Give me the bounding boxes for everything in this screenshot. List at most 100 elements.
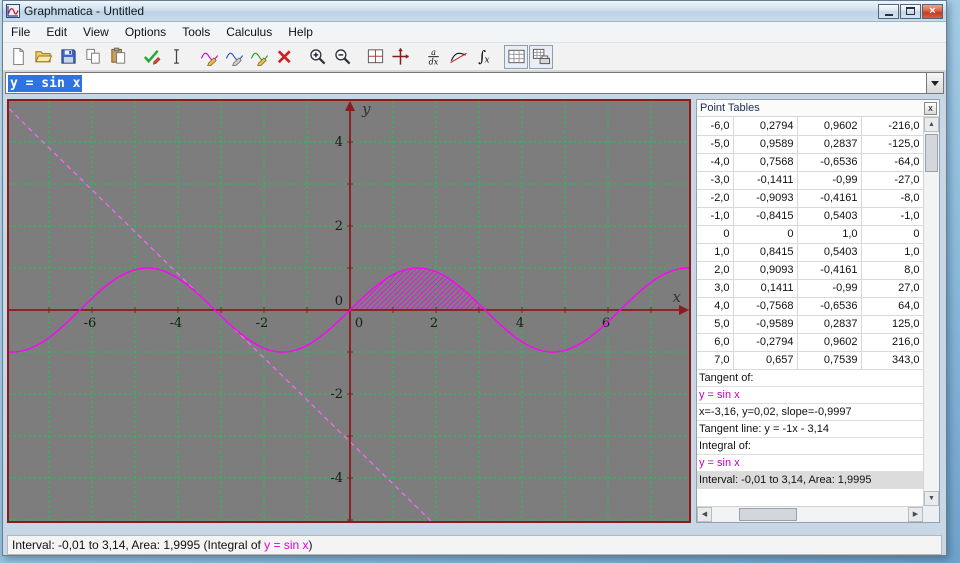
table-cell: -2,0 bbox=[697, 189, 734, 208]
scroll-up-icon[interactable]: ▲ bbox=[924, 117, 939, 132]
table-cell: 0,2837 bbox=[797, 135, 862, 154]
table-cell: -216,0 bbox=[861, 117, 924, 136]
table-row: 0 0 1,0 0 bbox=[697, 225, 924, 244]
menu-bar: File Edit View Options Tools Calculus Help bbox=[3, 22, 946, 43]
menu-item-help[interactable]: Help bbox=[280, 23, 321, 41]
table-cell: 2,0 bbox=[697, 261, 734, 280]
table-cell: -6,0 bbox=[697, 117, 734, 136]
x-tick-label: 2 bbox=[430, 316, 438, 331]
tangent-icon[interactable] bbox=[446, 45, 470, 69]
table-cell: -8,0 bbox=[861, 189, 924, 208]
graph-svg[interactable]: -6 -4 -2 0 2 4 6420-2-4yx bbox=[9, 101, 689, 521]
app-window: Graphmatica - Untitled × File Edit View Opt… bbox=[2, 0, 947, 556]
scroll-down-icon[interactable]: ▼ bbox=[924, 491, 939, 506]
vertical-scroll-thumb[interactable] bbox=[925, 134, 938, 172]
table-cell: -0,6536 bbox=[797, 297, 862, 316]
redraw-icon[interactable] bbox=[222, 45, 246, 69]
zoom-in-icon[interactable] bbox=[305, 45, 329, 69]
app-icon bbox=[6, 4, 20, 18]
table-row: 6,0 -0,2794 0,9602 216,0 bbox=[697, 333, 924, 352]
menu-item-calculus[interactable]: Calculus bbox=[218, 23, 280, 41]
table-cell: -0,4161 bbox=[797, 189, 862, 208]
close-button[interactable]: × bbox=[922, 3, 943, 19]
save-icon[interactable] bbox=[56, 45, 80, 69]
menu-item-view[interactable]: View bbox=[75, 23, 117, 41]
copy-icon[interactable] bbox=[81, 45, 105, 69]
horizontal-scrollbar[interactable]: ◀ ▶ bbox=[697, 506, 923, 522]
vertical-scrollbar[interactable]: ▲ ▼ bbox=[923, 117, 939, 506]
table-cell: -1,0 bbox=[861, 207, 924, 226]
x-tick-label: 0 bbox=[355, 316, 363, 331]
toolbar-separator bbox=[496, 43, 504, 70]
open-icon[interactable] bbox=[31, 45, 55, 69]
annotate-icon[interactable] bbox=[139, 45, 163, 69]
svg-text:a: a bbox=[431, 48, 436, 57]
y-tick-label: 4 bbox=[335, 135, 343, 150]
panel-title: Point Tables bbox=[700, 102, 760, 114]
new-icon[interactable] bbox=[6, 45, 30, 69]
scroll-right-icon[interactable]: ▶ bbox=[908, 507, 923, 522]
delete-graph-icon[interactable] bbox=[272, 45, 296, 69]
derivative-icon[interactable]: a dx bbox=[421, 45, 445, 69]
table-row: 1,0 0,8415 0,5403 1,0 bbox=[697, 243, 924, 262]
cursor-icon[interactable] bbox=[164, 45, 188, 69]
status-text: Interval: -0,01 to 3,14, Area: 1,9995 (I… bbox=[12, 538, 265, 552]
point-table-grid: -6,0 0,2794 0,9602 -216,0 -5,0 0,9589 0,2837 -1… bbox=[697, 117, 924, 370]
paste-icon[interactable] bbox=[106, 45, 130, 69]
table-cell: -1,0 bbox=[697, 207, 734, 226]
equation-dropdown-button[interactable] bbox=[926, 72, 944, 94]
horizontal-scroll-thumb[interactable] bbox=[739, 508, 797, 521]
table-cell: -5,0 bbox=[697, 135, 734, 154]
title-bar[interactable]: Graphmatica - Untitled × bbox=[3, 1, 946, 22]
step-icon[interactable] bbox=[247, 45, 271, 69]
menu-item-options[interactable]: Options bbox=[117, 23, 174, 41]
maximize-button[interactable] bbox=[900, 3, 921, 19]
close-icon: × bbox=[929, 4, 936, 17]
scroll-left-icon[interactable]: ◀ bbox=[697, 507, 712, 522]
equation-input[interactable]: y = sin x bbox=[5, 72, 926, 94]
point-tables-icon[interactable] bbox=[504, 44, 528, 69]
table-cell: -125,0 bbox=[861, 135, 924, 154]
table-cell: -0,1411 bbox=[733, 171, 798, 190]
table-cell: 0,7539 bbox=[797, 351, 862, 370]
menu-item-tools[interactable]: Tools bbox=[174, 23, 218, 41]
table-cell: -0,6536 bbox=[797, 153, 862, 172]
menu-item-file[interactable]: File bbox=[3, 23, 38, 41]
table-cell: 0,9602 bbox=[797, 117, 862, 136]
scrollbar-corner bbox=[923, 506, 939, 522]
table-cell: -0,7568 bbox=[733, 297, 798, 316]
table-cell: 7,0 bbox=[697, 351, 734, 370]
menu-item-edit[interactable]: Edit bbox=[38, 23, 75, 41]
grid-range-icon[interactable] bbox=[363, 45, 387, 69]
point-table-body: -6,0 0,2794 0,9602 -216,0 -5,0 0,9589 0,2837 -1… bbox=[697, 117, 924, 370]
panel-close-button[interactable]: x bbox=[924, 101, 937, 115]
table-cell: -64,0 bbox=[861, 153, 924, 172]
x-tick-label: 4 bbox=[516, 316, 524, 331]
y-axis-label: y bbox=[361, 101, 371, 118]
calculus-notes: Tangent of: y = sin x x=-3,16, y=0,02, slo… bbox=[697, 370, 923, 489]
table-cell: 0,9602 bbox=[797, 333, 862, 352]
print-tables-icon[interactable] bbox=[529, 44, 553, 69]
minimize-button[interactable] bbox=[878, 3, 899, 19]
integral-icon[interactable]: ∫ x bbox=[471, 45, 495, 69]
panel-header: Point Tables x bbox=[697, 100, 939, 117]
graph-area[interactable]: -6 -4 -2 0 2 4 6 4 2 0 -2 -4 y x bbox=[7, 99, 691, 523]
table-cell: -0,2794 bbox=[733, 333, 798, 352]
table-cell: 0,1411 bbox=[733, 279, 798, 298]
default-grid-icon[interactable] bbox=[388, 45, 412, 69]
table-cell: 343,0 bbox=[861, 351, 924, 370]
main-area: -6 -4 -2 0 2 4 6 4 2 0 -2 -4 y x Point Tables x -6,0 0… bbox=[3, 95, 946, 531]
table-row: -2,0 -0,9093 -0,4161 -8,0 bbox=[697, 189, 924, 208]
table-cell: 1,0 bbox=[861, 243, 924, 262]
zoom-out-icon[interactable] bbox=[330, 45, 354, 69]
chevron-down-icon bbox=[931, 80, 939, 86]
status-bar: Interval: -0,01 to 3,14, Area: 1,9995 (I… bbox=[7, 535, 942, 555]
panel-close-icon: x bbox=[928, 103, 933, 113]
table-cell: 1,0 bbox=[797, 225, 862, 244]
table-cell: 64,0 bbox=[861, 297, 924, 316]
draw-graph-icon[interactable] bbox=[197, 45, 221, 69]
table-cell: 0,5403 bbox=[797, 207, 862, 226]
integral-region bbox=[349, 268, 485, 311]
table-cell: 0 bbox=[697, 225, 734, 244]
table-cell: 0,9093 bbox=[733, 261, 798, 280]
